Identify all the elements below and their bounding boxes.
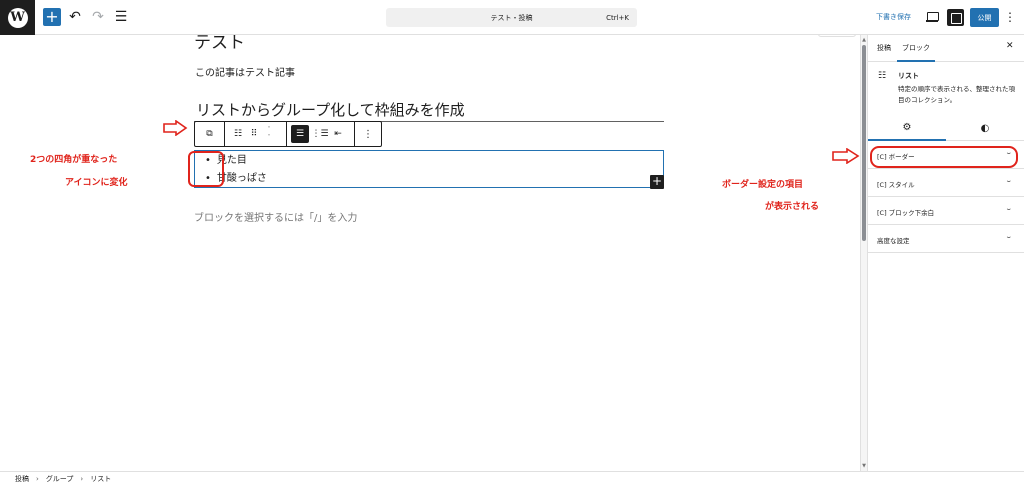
toolbar-group-block: ☷ ⠿ ˄ ˅ <box>225 122 287 146</box>
annotation-arrow-icon <box>832 148 860 164</box>
block-card-description: 特定の順序で表示される、整理された項目のコレクション。 <box>898 85 1015 104</box>
toolbar-group-list: ☰ ⋮☰ ⇤ <box>287 122 355 146</box>
chevron-down-icon: ⌄ <box>1005 178 1013 184</box>
panel-style[interactable]: [C] スタイル ⌄ <box>868 169 1024 197</box>
settings-sidebar-toggle-icon[interactable] <box>947 9 964 26</box>
annotation-label: アイコンに変化 <box>65 178 128 188</box>
chevron-down-icon: ⌄ <box>1005 234 1013 240</box>
breadcrumb-item[interactable]: 投稿 <box>15 474 29 484</box>
tab-post[interactable]: 投稿 <box>877 43 891 53</box>
drag-handle-icon[interactable]: ⠿ <box>247 122 261 146</box>
publish-button[interactable]: 公開 <box>970 8 999 27</box>
more-options-icon[interactable]: ⋮ <box>1004 9 1016 25</box>
sidebar-tabs: 投稿 ブロック ✕ <box>868 35 1024 62</box>
heading-block[interactable]: リストからグループ化して枠組みを作成 <box>196 99 465 120</box>
command-shortcut: Ctrl+K <box>606 13 629 22</box>
tab-block[interactable]: ブロック <box>897 43 935 62</box>
scrollbar-thumb[interactable] <box>862 45 866 241</box>
list: 見た目 甘酸っぱさ <box>195 151 663 189</box>
document-title: テスト・投稿 <box>490 13 533 22</box>
settings-sidebar: 投稿 ブロック ✕ ☷ リスト 特定の順序で表示される、整理された項目のコレクシ… <box>867 35 1024 471</box>
panel-title: [C] ブロック下余白 <box>877 209 935 217</box>
block-appender-plus-icon[interactable]: + <box>650 175 664 189</box>
settings-tab-gear-icon[interactable]: ⚙ <box>868 115 946 141</box>
document-overview-icon[interactable]: ☰ <box>112 8 130 26</box>
breadcrumb-separator: › <box>36 475 39 483</box>
breadcrumb-item[interactable]: グループ <box>46 474 74 484</box>
block-options-icon[interactable]: ⋮ <box>359 122 377 146</box>
editor-canvas: テスト この記事はテスト記事 リストからグループ化して枠組みを作成 ⧉ ☷ ⠿ … <box>0 35 860 471</box>
annotation-arrow-icon <box>163 120 188 136</box>
move-buttons: ˄ ˅ <box>261 126 277 142</box>
canvas-stub <box>818 35 856 37</box>
annotation-label: ボーダー設定の項目 <box>722 180 804 190</box>
group-icon[interactable]: ⧉ <box>201 122 219 146</box>
breadcrumb-item: リスト <box>90 475 112 483</box>
toolbar-group-options: ⋮ <box>355 122 381 146</box>
panel-title: [C] スタイル <box>877 181 915 189</box>
ordered-list-icon[interactable]: ⋮☰ <box>311 122 329 146</box>
move-down-icon[interactable]: ˅ <box>268 134 271 142</box>
list-icon: ☷ <box>878 71 887 81</box>
command-palette-bar[interactable]: テスト・投稿 Ctrl+K <box>386 8 637 27</box>
block-card-title: リスト <box>898 72 919 80</box>
top-toolbar: W + ↶ ↷ ☰ テスト・投稿 Ctrl+K 下書き保存 公開 ⋮ <box>0 0 1024 35</box>
list-item[interactable]: 甘酸っぱさ <box>205 171 663 189</box>
wordpress-icon: W <box>7 7 28 28</box>
block-card: ☷ リスト 特定の順序で表示される、整理された項目のコレクション。 <box>868 62 1024 118</box>
list-block-icon[interactable]: ☷ <box>229 122 247 146</box>
canvas-scrollbar[interactable]: ▲ ▼ <box>860 35 867 471</box>
block-placeholder[interactable]: ブロックを選択するには「/」を入力 <box>194 209 357 224</box>
undo-icon[interactable]: ↶ <box>66 8 84 26</box>
annotation-highlight-box <box>188 151 224 187</box>
move-up-icon[interactable]: ˄ <box>268 126 271 134</box>
preview-icon[interactable] <box>926 10 939 24</box>
post-title[interactable]: テスト <box>194 35 245 53</box>
save-draft-button[interactable]: 下書き保存 <box>876 12 911 22</box>
block-toolbar: ⧉ ☷ ⠿ ˄ ˅ ☰ ⋮☰ ⇤ ⋮ <box>194 121 382 147</box>
list-item[interactable]: 見た目 <box>205 153 663 171</box>
chevron-down-icon: ⌄ <box>1005 206 1013 212</box>
panel-advanced[interactable]: 高度な設定 ⌄ <box>868 225 1024 253</box>
close-icon[interactable]: ✕ <box>1006 41 1014 51</box>
unordered-list-icon[interactable]: ☰ <box>291 125 309 143</box>
breadcrumb-separator: › <box>80 475 84 483</box>
toolbar-group-transform: ⧉ <box>195 122 225 146</box>
redo-icon[interactable]: ↷ <box>89 8 107 26</box>
annotation-label: 2つの四角が重なった <box>30 155 118 165</box>
annotation-highlight-box <box>870 146 1018 168</box>
panel-title: 高度な設定 <box>877 237 910 245</box>
editor-app: W + ↶ ↷ ☰ テスト・投稿 Ctrl+K 下書き保存 公開 ⋮ テスト こ… <box>0 0 1024 486</box>
styles-tab-contrast-icon[interactable]: ◐ <box>946 115 1024 141</box>
panel-block-bottom-margin[interactable]: [C] ブロック下余白 ⌄ <box>868 197 1024 225</box>
outdent-icon[interactable]: ⇤ <box>329 122 347 146</box>
wordpress-logo-button[interactable]: W <box>0 0 35 35</box>
add-block-button[interactable]: + <box>43 8 61 26</box>
paragraph-block[interactable]: この記事はテスト記事 <box>195 64 295 79</box>
inspector-tabs: ⚙ ◐ <box>868 115 1024 141</box>
list-block[interactable]: 見た目 甘酸っぱさ <box>194 150 664 188</box>
annotation-label: が表示される <box>765 202 820 212</box>
breadcrumb: 投稿 › グループ › リスト <box>0 471 1024 486</box>
